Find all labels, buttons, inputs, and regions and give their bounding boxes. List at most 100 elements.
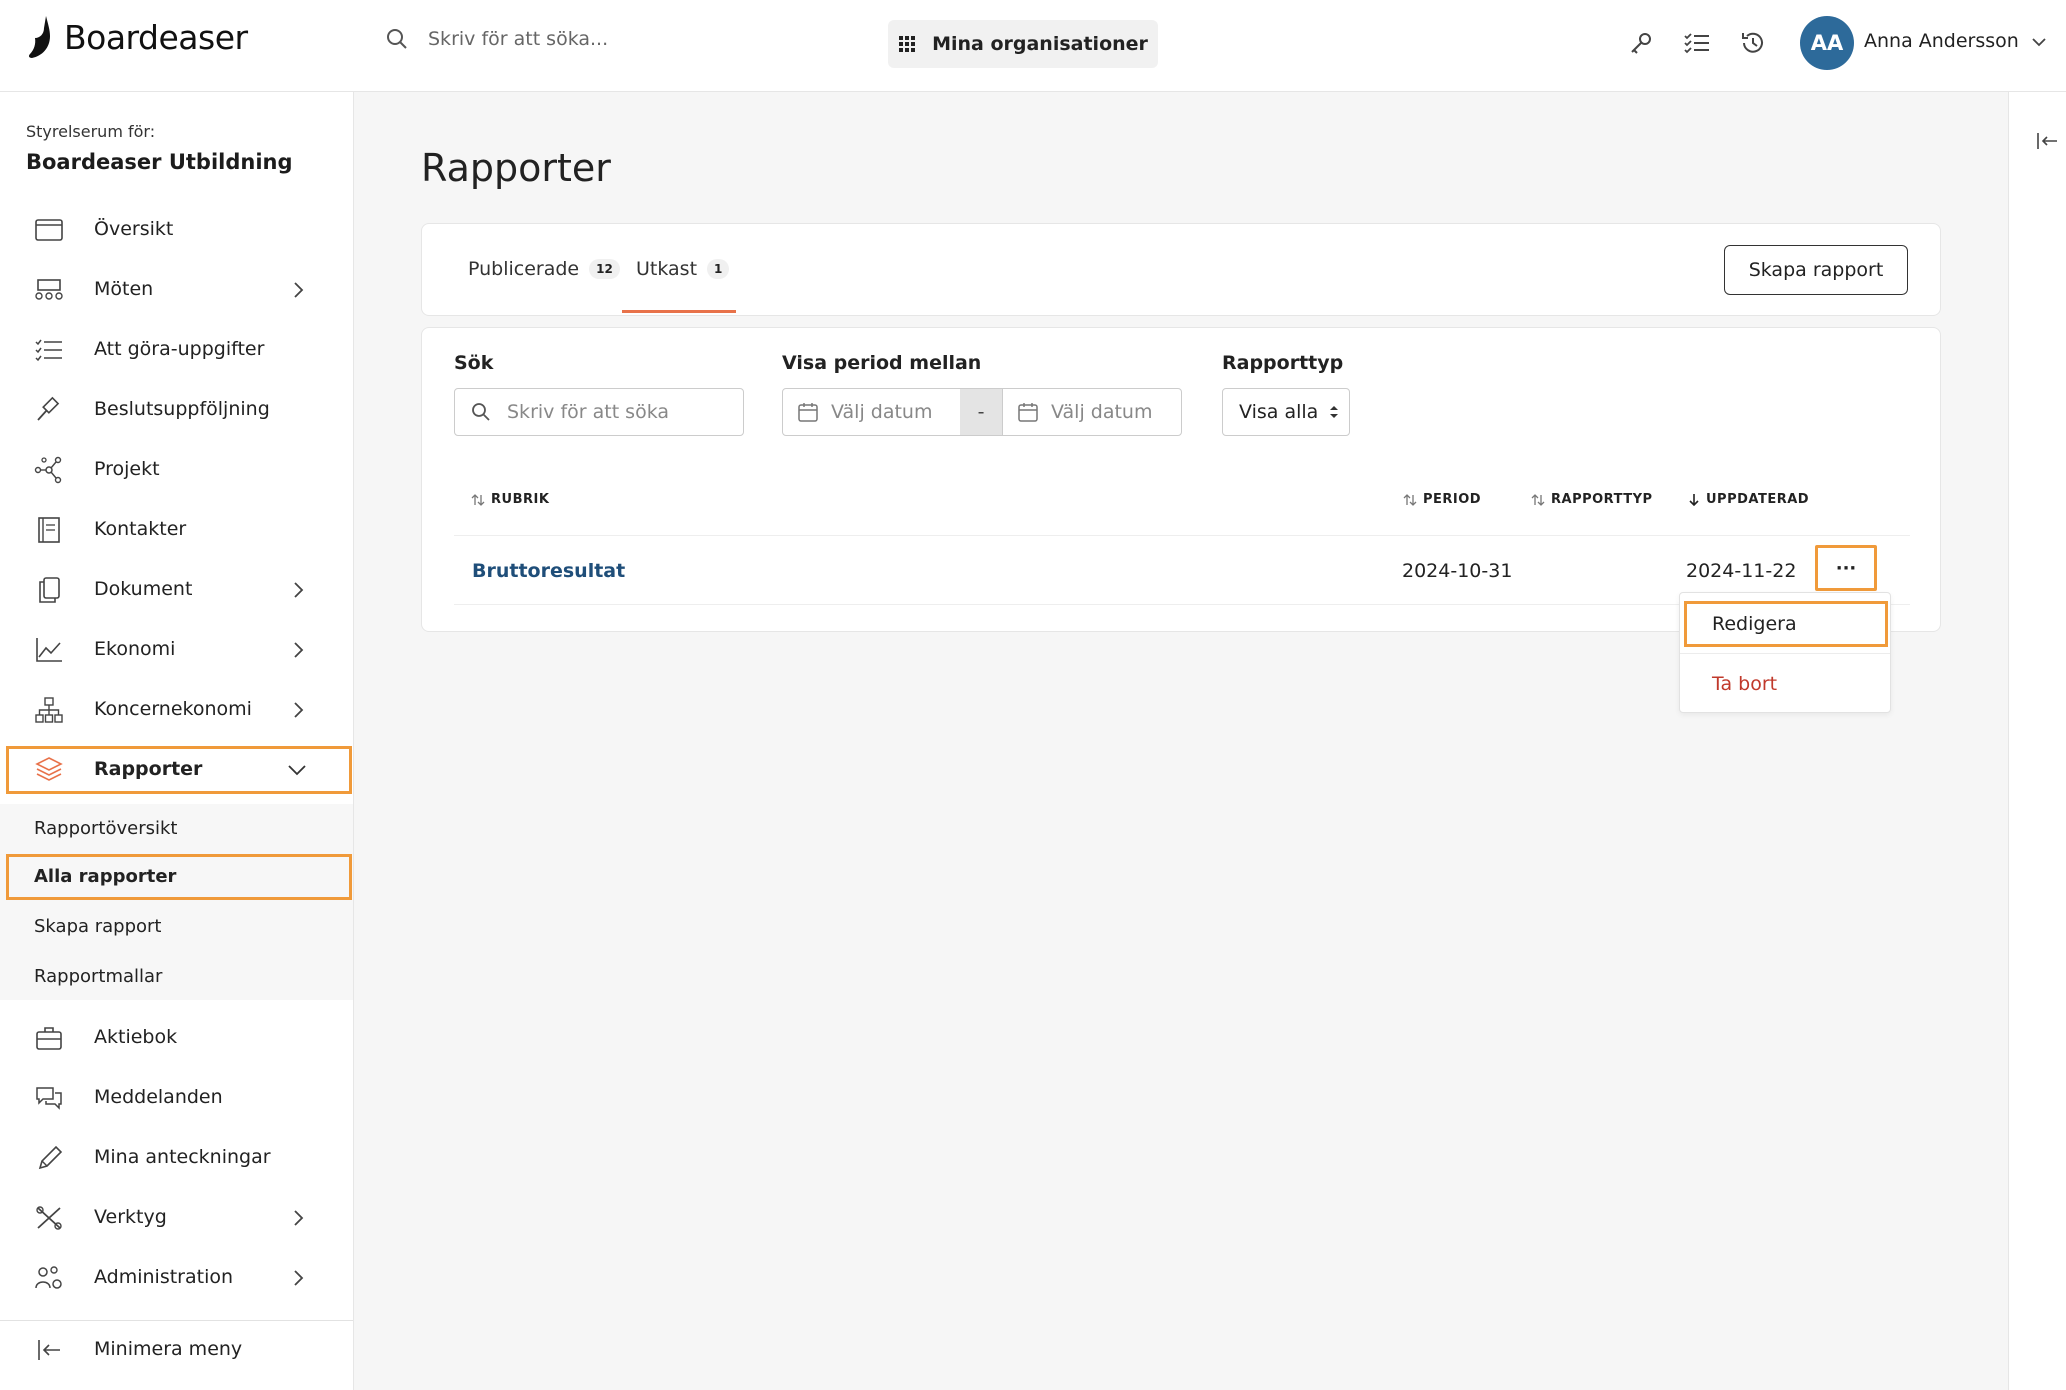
chat-bubbles-icon — [36, 1087, 62, 1110]
column-header-label: RUBRIK — [491, 492, 550, 507]
briefcase-icon — [36, 1027, 62, 1050]
sidebar-item-label: Rapporter — [94, 758, 203, 780]
column-header-label: RAPPORTTYP — [1551, 492, 1653, 507]
key-icon[interactable] — [1626, 28, 1656, 58]
boardeaser-logo-icon — [28, 16, 50, 58]
sidebar-item-label: Beslutsuppföljning — [94, 398, 270, 420]
menu-item-edit[interactable]: Redigera — [1684, 601, 1888, 647]
chevron-down-icon[interactable] — [2030, 33, 2048, 51]
sidebar-item-ekonomi[interactable]: Ekonomi — [6, 626, 352, 674]
sidebar-subitem-rapportmallar[interactable]: Rapportmallar — [6, 954, 352, 1000]
date-range-separator: - — [960, 388, 1002, 436]
column-header-uppdaterad[interactable]: UPPDATERAD — [1688, 492, 1809, 507]
sidebar-subitem-rapportoversikt[interactable]: Rapportöversikt — [6, 806, 352, 852]
calendar-icon — [1018, 403, 1038, 422]
sidebar: Styrelserum för: Boardeaser Utbildning Ö… — [0, 92, 354, 1390]
global-search[interactable]: Skriv för att söka... — [386, 28, 608, 50]
report-period: 2024-10-31 — [1402, 560, 1513, 582]
sidebar-item-dokument[interactable]: Dokument — [6, 566, 352, 614]
report-updated: 2024-11-22 — [1686, 560, 1797, 582]
global-search-input[interactable]: Skriv för att söka... — [428, 28, 608, 50]
sidebar-subitem-alla-rapporter[interactable]: Alla rapporter — [6, 854, 352, 900]
report-type-label: Rapporttyp — [1222, 352, 1344, 374]
sidebar-item-label: Verktyg — [94, 1206, 167, 1228]
minimize-menu-label: Minimera meny — [94, 1338, 243, 1360]
brand-logo[interactable]: Boardeaser — [26, 14, 248, 60]
collapse-left-icon[interactable] — [2035, 130, 2059, 152]
sidebar-item-label: Möten — [94, 278, 154, 300]
sidebar-item-anteckningar[interactable]: Mina anteckningar — [6, 1134, 352, 1182]
report-title-link[interactable]: Bruttoresultat — [472, 560, 625, 582]
sidebar-subitem-label: Skapa rapport — [34, 916, 162, 937]
meeting-icon — [35, 279, 63, 300]
column-header-label: PERIOD — [1423, 492, 1482, 507]
sidebar-item-koncernekonomi[interactable]: Koncernekonomi — [6, 686, 352, 734]
sidebar-item-verktyg[interactable]: Verktyg — [6, 1194, 352, 1242]
my-organisations-button[interactable]: Mina organisationer — [888, 20, 1158, 68]
search-input[interactable]: Skriv för att söka — [454, 388, 744, 436]
sidebar-item-label: Koncernekonomi — [94, 698, 252, 720]
search-label: Sök — [454, 352, 494, 374]
row-actions-button[interactable]: ··· — [1815, 545, 1877, 591]
column-header-rubrik[interactable]: RUBRIK — [471, 492, 549, 507]
sort-icon — [1403, 493, 1417, 506]
layers-icon — [35, 757, 63, 781]
tab-count-badge: 1 — [707, 259, 730, 279]
tab-label: Utkast — [636, 258, 698, 280]
sidebar-divider — [0, 1320, 353, 1321]
line-chart-icon — [36, 638, 62, 662]
create-report-button[interactable]: Skapa rapport — [1724, 245, 1908, 295]
org-chart-icon — [35, 697, 63, 723]
row-actions-menu: Redigera Ta bort — [1679, 592, 1891, 713]
sidebar-item-label: Ekonomi — [94, 638, 176, 660]
top-bar: Boardeaser Skriv för att söka... Mina or… — [0, 0, 2066, 92]
sidebar-item-label: Administration — [94, 1266, 234, 1288]
tools-icon — [36, 1206, 62, 1230]
history-icon[interactable] — [1738, 28, 1768, 58]
page-title: Rapporter — [421, 146, 611, 190]
sort-icon — [471, 493, 485, 506]
sidebar-subitem-label: Rapportmallar — [34, 966, 163, 987]
column-header-rapporttyp[interactable]: RAPPORTTYP — [1531, 492, 1653, 507]
sidebar-item-aktiebok[interactable]: Aktiebok — [6, 1014, 352, 1062]
task-list-icon[interactable] — [1682, 28, 1712, 58]
sidebar-item-moten[interactable]: Möten — [6, 266, 352, 314]
date-to-placeholder: Välj datum — [1051, 401, 1153, 423]
user-name[interactable]: Anna Andersson — [1864, 30, 2019, 52]
sort-icon — [1531, 493, 1545, 506]
date-from-field[interactable]: Välj datum — [782, 388, 962, 436]
sidebar-item-projekt[interactable]: Projekt — [6, 446, 352, 494]
sort-caret-icon — [1330, 406, 1339, 418]
report-type-select[interactable]: Visa alla — [1222, 388, 1350, 436]
sidebar-item-label: Mina anteckningar — [94, 1146, 271, 1168]
checklist-icon — [35, 339, 62, 362]
chevron-right-icon — [294, 1270, 304, 1286]
user-avatar[interactable]: AA — [1800, 16, 1854, 70]
sidebar-item-meddelanden[interactable]: Meddelanden — [6, 1074, 352, 1122]
sidebar-item-label: Kontakter — [94, 518, 187, 540]
sidebar-item-label: Dokument — [94, 578, 193, 600]
sidebar-item-administration[interactable]: Administration — [6, 1254, 352, 1302]
sidebar-item-todo[interactable]: Att göra-uppgifter — [6, 326, 352, 374]
sidebar-subitem-skapa-rapport[interactable]: Skapa rapport — [6, 904, 352, 950]
network-icon — [34, 456, 62, 484]
collapse-left-icon — [38, 1340, 60, 1360]
date-to-field[interactable]: Välj datum — [1002, 388, 1182, 436]
tab-label: Publicerade — [468, 258, 580, 280]
tab-utkast[interactable]: Utkast 1 — [636, 258, 730, 280]
search-icon — [472, 403, 490, 421]
menu-item-delete[interactable]: Ta bort — [1684, 661, 1888, 707]
menu-item-label: Ta bort — [1712, 673, 1778, 695]
chevron-down-icon — [288, 765, 306, 776]
gavel-icon — [37, 396, 60, 421]
sidebar-item-beslut[interactable]: Beslutsuppföljning — [6, 386, 352, 434]
tab-publicerade[interactable]: Publicerade 12 — [468, 258, 620, 280]
column-header-period[interactable]: PERIOD — [1403, 492, 1481, 507]
minimize-menu-button[interactable]: Minimera meny — [6, 1326, 352, 1374]
sort-desc-icon — [1689, 493, 1699, 506]
date-from-placeholder: Välj datum — [831, 401, 933, 423]
sidebar-item-oversikt[interactable]: Översikt — [6, 206, 352, 254]
rapporter-submenu: Rapportöversikt Alla rapporter Skapa rap… — [0, 804, 353, 1000]
sidebar-item-kontakter[interactable]: Kontakter — [6, 506, 352, 554]
sidebar-item-rapporter[interactable]: Rapporter — [6, 746, 352, 794]
